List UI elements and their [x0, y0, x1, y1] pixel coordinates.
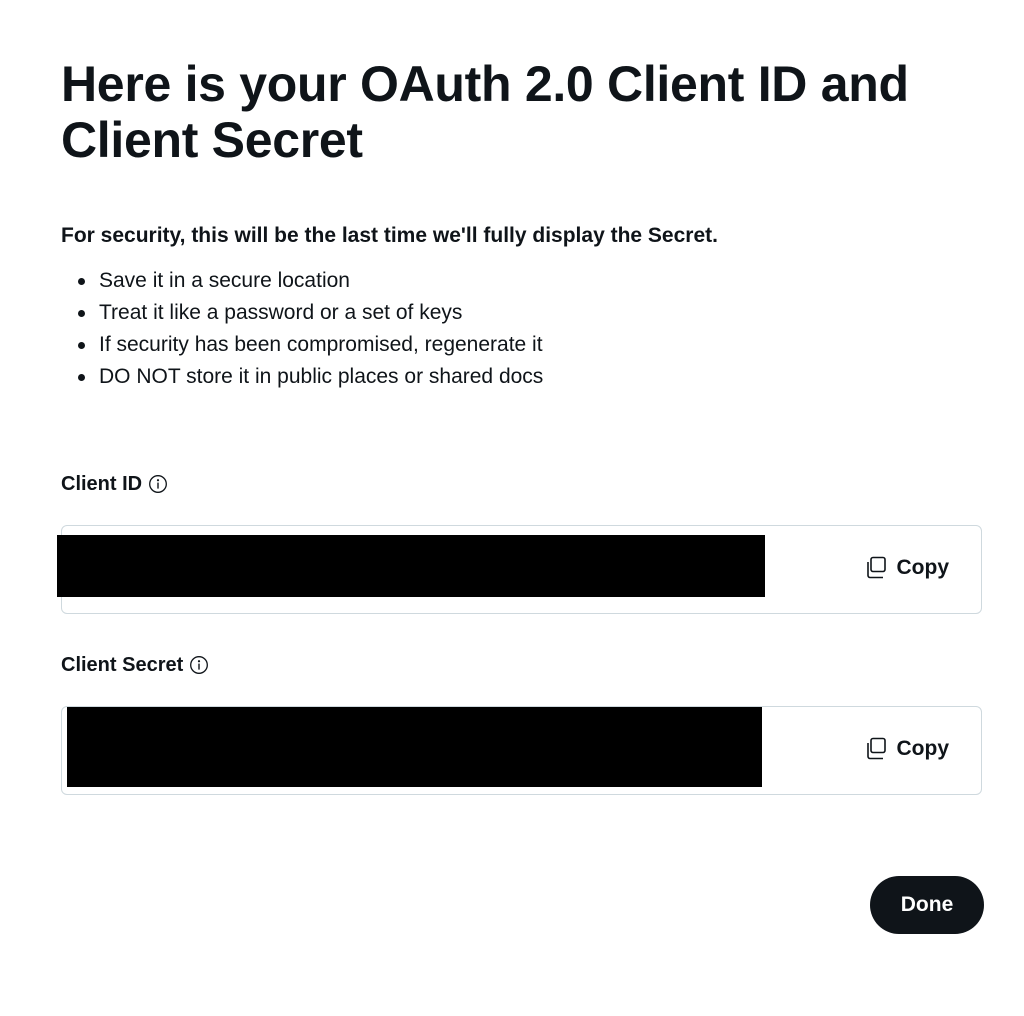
info-icon[interactable] [189, 655, 209, 675]
client-id-label: Client ID [61, 473, 143, 495]
tip-item: Save it in a secure location [77, 265, 543, 297]
copy-client-secret-button[interactable]: Copy [863, 735, 950, 763]
security-tips-list: Save it in a secure location Treat it li… [77, 265, 543, 393]
client-secret-label-row: Client Secret [61, 651, 209, 679]
client-secret-value-redacted [67, 707, 762, 787]
client-secret-label: Client Secret [61, 654, 184, 676]
tip-item: If security has been compromised, regene… [77, 329, 543, 361]
info-icon[interactable] [148, 474, 168, 494]
dialog-title: Here is your OAuth 2.0 Client ID and Cli… [61, 56, 909, 168]
security-warning: For security, this will be the last time… [61, 224, 718, 247]
copy-icon [863, 555, 889, 581]
client-id-value-redacted [57, 535, 765, 597]
client-id-label-row: Client ID [61, 470, 168, 498]
tip-item: Treat it like a password or a set of key… [77, 297, 543, 329]
copy-icon [863, 736, 889, 762]
tip-item: DO NOT store it in public places or shar… [77, 361, 543, 393]
copy-label: Copy [896, 737, 950, 760]
copy-client-id-button[interactable]: Copy [863, 554, 950, 582]
client-id-field[interactable]: Copy [57, 525, 982, 614]
client-secret-field[interactable]: Copy [61, 706, 982, 795]
copy-label: Copy [896, 556, 950, 579]
done-button[interactable]: Done [870, 876, 984, 934]
